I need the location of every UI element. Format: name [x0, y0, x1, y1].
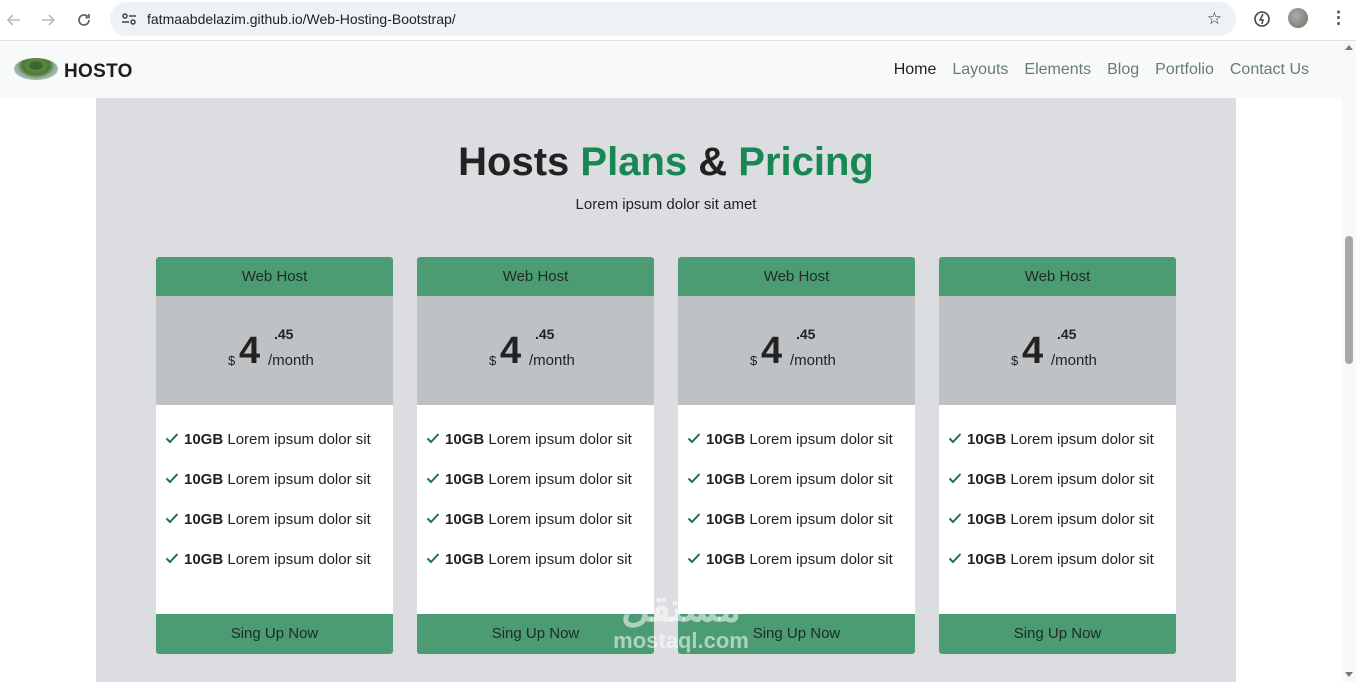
scroll-down-arrow-icon[interactable]	[1345, 672, 1353, 677]
price-currency: $	[228, 353, 236, 368]
scroll-up-arrow-icon[interactable]	[1345, 45, 1353, 50]
feature-item: 10GB Lorem ipsum dolor sit	[948, 431, 1154, 453]
check-icon	[426, 473, 440, 484]
back-icon[interactable]	[2, 8, 26, 32]
feature-item: 10GB Lorem ipsum dolor sit	[948, 511, 1154, 533]
check-icon	[687, 473, 701, 484]
title-ampersand: &	[698, 140, 728, 184]
plan-price-box: $ 4 .45 /month	[156, 296, 393, 405]
nav-link-elements[interactable]: Elements	[1024, 61, 1091, 79]
check-icon	[426, 513, 440, 524]
reload-icon[interactable]	[72, 8, 96, 32]
price-cents: .45	[1057, 326, 1077, 342]
watermark-latin: mostaql.com	[613, 628, 749, 653]
feature-item: 10GB Lorem ipsum dolor sit	[687, 471, 893, 493]
feature-item: 10GB Lorem ipsum dolor sit	[165, 431, 371, 453]
feature-item: 10GB Lorem ipsum dolor sit	[687, 431, 893, 453]
price-period: /month	[790, 352, 836, 369]
title-word-plans: Plans	[580, 140, 688, 184]
site-info-icon[interactable]	[120, 10, 138, 28]
watermark-logo: مستقل mostaql.com	[596, 586, 766, 666]
check-icon	[948, 553, 962, 564]
plan-name: Web Host	[156, 257, 393, 296]
check-icon	[165, 433, 179, 444]
plan-features: 10GB Lorem ipsum dolor sit 10GB Lorem ip…	[156, 405, 393, 614]
check-icon	[426, 553, 440, 564]
check-icon	[687, 553, 701, 564]
price-period: /month	[1051, 352, 1097, 369]
price-period: /month	[268, 352, 314, 369]
title-word-pricing: Pricing	[738, 140, 874, 184]
price-cents: .45	[796, 326, 816, 342]
plan-features: 10GB Lorem ipsum dolor sit 10GB Lorem ip…	[678, 405, 915, 614]
plan-price-box: $ 4 .45 /month	[939, 296, 1176, 405]
nav-link-blog[interactable]: Blog	[1107, 61, 1139, 79]
check-icon	[165, 553, 179, 564]
nav-link-home[interactable]: Home	[894, 61, 937, 79]
price-amount: 4	[500, 330, 522, 372]
check-icon	[948, 473, 962, 484]
check-icon	[426, 433, 440, 444]
plan-name: Web Host	[417, 257, 654, 296]
check-icon	[165, 473, 179, 484]
price-currency: $	[489, 353, 497, 368]
feature-item: 10GB Lorem ipsum dolor sit	[687, 551, 893, 573]
plan-features: 10GB Lorem ipsum dolor sit 10GB Lorem ip…	[417, 405, 654, 614]
plan-name: Web Host	[939, 257, 1176, 296]
profile-avatar[interactable]	[1288, 8, 1308, 28]
pricing-card: Web Host $ 4 .45 /month 10GB Lorem ipsum…	[939, 257, 1176, 654]
nav-link-contact[interactable]: Contact Us	[1230, 61, 1309, 79]
price-currency: $	[750, 353, 758, 368]
browser-toolbar: fatmaabdelazim.github.io/Web-Hosting-Boo…	[0, 0, 1356, 41]
price-currency: $	[1011, 353, 1019, 368]
watermark-arabic: مستقل	[621, 586, 741, 630]
check-icon	[687, 433, 701, 444]
signup-button[interactable]: Sing Up Now	[939, 614, 1176, 654]
forward-icon[interactable]	[36, 8, 60, 32]
check-icon	[948, 513, 962, 524]
price-amount: 4	[761, 330, 783, 372]
plan-features: 10GB Lorem ipsum dolor sit 10GB Lorem ip…	[939, 405, 1176, 614]
extension-icon[interactable]	[1252, 9, 1272, 29]
plan-name: Web Host	[678, 257, 915, 296]
brand-logo[interactable]	[14, 58, 58, 80]
pricing-subtitle: Lorem ipsum dolor sit amet	[575, 196, 757, 213]
nav-link-portfolio[interactable]: Portfolio	[1155, 61, 1214, 79]
address-bar[interactable]: fatmaabdelazim.github.io/Web-Hosting-Boo…	[110, 2, 1236, 36]
plan-price-box: $ 4 .45 /month	[417, 296, 654, 405]
pricing-title: Hosts Plans & Pricing	[96, 140, 1236, 185]
feature-item: 10GB Lorem ipsum dolor sit	[426, 551, 632, 573]
brand-name[interactable]: HOSTO	[64, 61, 133, 83]
site-navbar: HOSTO Home Layouts Elements Blog Portfol…	[0, 41, 1342, 98]
check-icon	[165, 513, 179, 524]
feature-item: 10GB Lorem ipsum dolor sit	[426, 471, 632, 493]
feature-item: 10GB Lorem ipsum dolor sit	[165, 471, 371, 493]
nav-link-layouts[interactable]: Layouts	[952, 61, 1008, 79]
nav-links: Home Layouts Elements Blog Portfolio Con…	[894, 61, 1309, 79]
signup-button[interactable]: Sing Up Now	[156, 614, 393, 654]
price-amount: 4	[1022, 330, 1044, 372]
feature-item: 10GB Lorem ipsum dolor sit	[165, 551, 371, 573]
price-amount: 4	[239, 330, 261, 372]
scrollbar-thumb[interactable]	[1345, 236, 1353, 364]
feature-item: 10GB Lorem ipsum dolor sit	[948, 471, 1154, 493]
pricing-card: Web Host $ 4 .45 /month 10GB Lorem ipsum…	[156, 257, 393, 654]
feature-item: 10GB Lorem ipsum dolor sit	[426, 511, 632, 533]
bookmark-star-icon[interactable]: ☆	[1207, 9, 1222, 29]
url-text[interactable]: fatmaabdelazim.github.io/Web-Hosting-Boo…	[147, 11, 456, 27]
price-cents: .45	[274, 326, 294, 342]
price-period: /month	[529, 352, 575, 369]
feature-item: 10GB Lorem ipsum dolor sit	[426, 431, 632, 453]
browser-menu-icon[interactable]: ⋮	[1330, 8, 1347, 28]
check-icon	[948, 433, 962, 444]
plan-price-box: $ 4 .45 /month	[678, 296, 915, 405]
check-icon	[687, 513, 701, 524]
feature-item: 10GB Lorem ipsum dolor sit	[948, 551, 1154, 573]
price-cents: .45	[535, 326, 555, 342]
title-word-hosts: Hosts	[458, 140, 570, 184]
feature-item: 10GB Lorem ipsum dolor sit	[687, 511, 893, 533]
feature-item: 10GB Lorem ipsum dolor sit	[165, 511, 371, 533]
